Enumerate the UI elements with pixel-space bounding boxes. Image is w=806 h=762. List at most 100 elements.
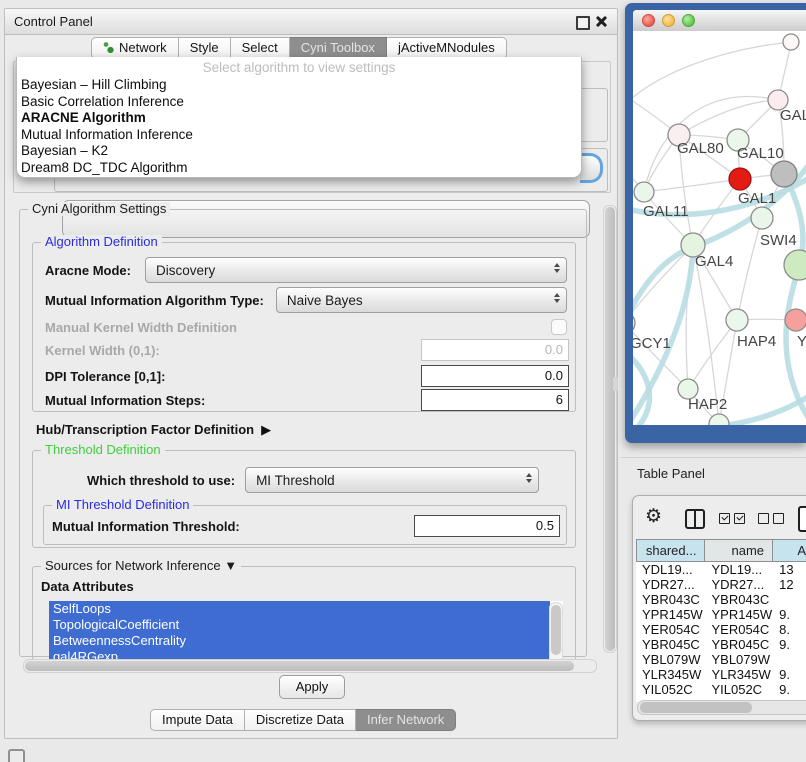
table-panel-header: Table Panel	[620, 457, 806, 488]
minimized-panel-icon[interactable]	[8, 749, 25, 762]
algorithm-menu-item[interactable]: Dream8 DC_TDC Algorithm	[17, 160, 581, 177]
threshold-definition-legend: Threshold Definition	[41, 443, 165, 457]
mi-threshold-group: MI Threshold Definition Mutual Informati…	[43, 505, 567, 545]
table-cell: YER054C	[705, 622, 773, 637]
panel-splitter-handle[interactable]	[613, 377, 618, 391]
gear-icon[interactable]: ⚙	[645, 506, 662, 528]
tab-discretize-data[interactable]: Discretize Data	[245, 709, 356, 731]
tab-jactivemnodules[interactable]: jActiveMNodules	[387, 37, 507, 59]
table-row[interactable]: YLR345WYLR345W9.	[636, 667, 806, 682]
table-cell: 8.	[773, 622, 806, 637]
tab-style[interactable]: Style	[179, 37, 231, 59]
kernel-width-label: Kernel Width (0,1):	[45, 343, 160, 358]
attribute-list-item[interactable]: TopologicalCoefficient	[49, 617, 550, 633]
network-edge[interactable]	[633, 323, 688, 389]
mi-type-combo[interactable]: Naive Bayes	[276, 287, 567, 313]
table-column-header[interactable]: A	[773, 539, 806, 562]
node-table: shared...nameA	[636, 539, 806, 562]
settings-vertical-scrollbar[interactable]	[603, 205, 617, 653]
table-row[interactable]: YBL079WYBL079W	[636, 652, 806, 667]
algorithm-menu-item[interactable]: Mutual Information Inference	[17, 127, 581, 144]
settings-horizontal-scrollbar[interactable]	[23, 659, 597, 673]
attribute-list-item[interactable]: SelfLoops	[49, 601, 550, 617]
combo-arrows-icon	[554, 263, 560, 273]
table-row[interactable]: YER054CYER054C8.	[636, 622, 806, 637]
GAL11-node[interactable]	[634, 182, 654, 202]
algorithm-menu-item[interactable]: Bayesian – K2	[17, 143, 581, 160]
algorithm-dropdown-popup: Select algorithm to view settings Bayesi…	[16, 57, 582, 178]
focused-combo-fragment[interactable]	[580, 153, 603, 183]
mi-threshold-label: Mutual Information Threshold:	[52, 519, 240, 534]
kernel-width-field[interactable]: 0.0	[421, 339, 569, 361]
hub-node[interactable]	[771, 161, 797, 187]
node-label: GAL11	[643, 203, 689, 220]
mi-threshold-field[interactable]: 0.5	[414, 515, 560, 537]
table-cell: 9.	[773, 667, 806, 682]
float-window-icon[interactable]	[576, 16, 590, 30]
tab-label: Network	[119, 40, 167, 55]
column-layout-icon[interactable]	[685, 509, 705, 529]
network-edge[interactable]	[644, 179, 740, 192]
table-row[interactable]: YDR27...YDR27...12	[636, 577, 806, 592]
aracne-mode-combo[interactable]: Discovery	[145, 257, 567, 283]
salmon-node[interactable]	[785, 309, 806, 331]
attribute-list-item[interactable]: BetweennessCentrality	[49, 633, 550, 649]
network-edge[interactable]	[737, 218, 762, 320]
minimize-traffic-light-icon[interactable]	[662, 14, 675, 27]
algorithm-menu-item[interactable]: Basic Correlation Inference	[17, 94, 581, 111]
node-label: GAL10	[737, 145, 784, 162]
table-panel-title: Table Panel	[637, 466, 705, 481]
GAL1-node[interactable]	[729, 168, 751, 190]
table-column-header[interactable]: name	[705, 539, 773, 562]
algorithm-menu-item[interactable]: ARACNE Algorithm	[17, 110, 581, 127]
table-row[interactable]: YDL19...YDL19...13	[636, 562, 806, 577]
HAP4-node[interactable]	[726, 309, 748, 331]
table-panel-window: ⚙ shared...nameA YDL19...YDL19...13YDR27…	[632, 495, 806, 721]
manual-kernel-checkbox[interactable]	[551, 319, 567, 335]
network-canvas[interactable]: GAL7GAL80GAL10GAL1GAL11SWI4GAL4GCY1HAP4Y…	[633, 31, 806, 425]
table-row[interactable]: YPR145WYPR145W9.	[636, 607, 806, 622]
node-label: GAL1	[738, 190, 776, 207]
table-row[interactable]: YIL052CYIL052C9.	[636, 682, 806, 697]
tab-network[interactable]: Network	[91, 37, 179, 59]
node-label: HAP2	[688, 396, 727, 413]
list-vertical-scrollbar[interactable]	[549, 602, 563, 666]
close-traffic-light-icon[interactable]	[642, 14, 655, 27]
select-all-columns-icon[interactable]	[719, 513, 745, 524]
tab-impute-data[interactable]: Impute Data	[150, 709, 245, 731]
apply-button[interactable]: Apply	[279, 675, 345, 699]
table-row[interactable]: YBR045CYBR045C9.	[636, 637, 806, 652]
SWI4-node[interactable]	[751, 207, 773, 229]
table-row[interactable]: YBR043CYBR043C	[636, 592, 806, 607]
tab-infer-network[interactable]: Infer Network	[356, 709, 456, 731]
tab-label: Discretize Data	[256, 712, 344, 727]
table-horizontal-scrollbar[interactable]	[637, 700, 806, 715]
network-edge[interactable]	[679, 100, 778, 135]
network-edge-highlighted[interactable]	[719, 391, 806, 425]
network-edge[interactable]	[688, 320, 737, 389]
tab-cyni-toolbox[interactable]: Cyni Toolbox	[290, 37, 387, 59]
which-threshold-combo[interactable]: MI Threshold	[245, 467, 539, 493]
node-label: GAL7	[780, 107, 806, 124]
network-graph[interactable]: GAL7GAL80GAL10GAL1GAL11SWI4GAL4GCY1HAP4Y…	[633, 31, 806, 425]
GCY1-node[interactable]	[633, 312, 635, 334]
sources-legend-text: Sources for Network Inference	[45, 558, 221, 573]
node[interactable]	[783, 34, 799, 50]
export-table-icon[interactable]	[798, 506, 806, 532]
network-edge[interactable]	[633, 42, 791, 109]
network-view-window: GAL7GAL80GAL10GAL1GAL11SWI4GAL4GCY1HAP4Y…	[625, 3, 806, 443]
green-node[interactable]	[784, 250, 806, 280]
network-edge-highlighted[interactable]	[633, 247, 693, 329]
hub-definition-toggle[interactable]: Hub/Transcription Factor Definition▶	[36, 422, 271, 438]
zoom-traffic-light-icon[interactable]	[682, 14, 695, 27]
table-column-header[interactable]: shared...	[636, 539, 705, 562]
dpi-tolerance-field[interactable]: 0.0	[421, 365, 569, 387]
mi-steps-field[interactable]: 6	[421, 389, 569, 411]
algorithm-menu-item[interactable]: Bayesian – Hill Climbing	[17, 77, 581, 94]
algorithm-dropdown-list: Bayesian – Hill ClimbingBasic Correlatio…	[17, 77, 581, 176]
data-attributes-list: SelfLoopsTopologicalCoefficientBetweenne…	[49, 601, 563, 667]
close-icon[interactable]	[595, 15, 608, 28]
collapse-arrow-icon[interactable]: ▼	[224, 558, 237, 573]
tab-select[interactable]: Select	[231, 37, 290, 59]
deselect-all-columns-icon[interactable]	[758, 513, 784, 524]
